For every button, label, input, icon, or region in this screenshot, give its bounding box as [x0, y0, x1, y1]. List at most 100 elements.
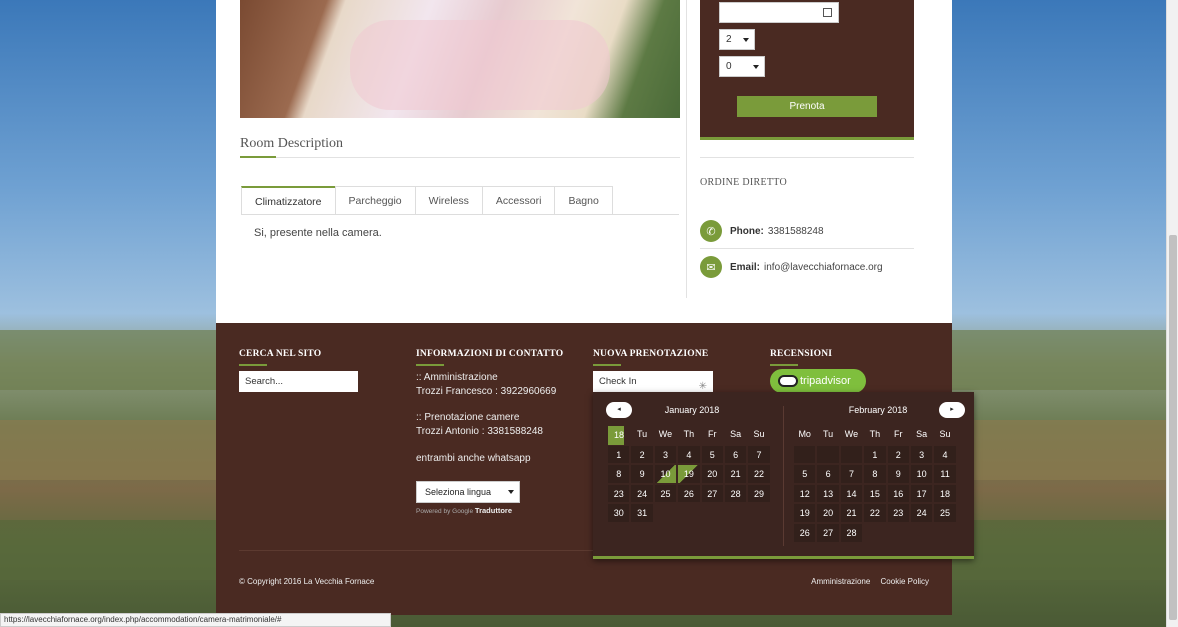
reviews-title: RECENSIONI	[770, 349, 833, 366]
calendar-day[interactable]: 18	[607, 425, 626, 446]
calendar-day[interactable]: 16	[886, 483, 910, 504]
calendar-day[interactable]: 7	[747, 444, 771, 465]
phone-number[interactable]: 3381588248	[768, 226, 824, 237]
calendar-day[interactable]: 22	[863, 503, 887, 523]
calendar-day[interactable]: 26	[793, 522, 817, 543]
calendar-day[interactable]: 6	[723, 444, 748, 465]
link-amministrazione[interactable]: Amministrazione	[811, 577, 870, 586]
prenota-button[interactable]: Prenota	[737, 96, 877, 117]
language-select[interactable]: Seleziona lingua	[416, 481, 520, 503]
calendar-day[interactable]: 12	[793, 483, 817, 504]
calendar-day[interactable]: 3	[909, 444, 934, 465]
calendar-day[interactable]: 13	[816, 483, 840, 504]
site-search-input[interactable]: Search...	[239, 371, 358, 392]
info-line: Trozzi Antonio : 3381588248	[416, 426, 543, 437]
calendar-day[interactable]: 8	[863, 464, 887, 484]
calendar-day[interactable]: 9	[630, 464, 654, 484]
tab-bagno[interactable]: Bagno	[554, 186, 613, 214]
calendar-day[interactable]: 7	[839, 464, 864, 484]
calendar-day[interactable]: 18	[933, 483, 957, 504]
weekday-header: Tu	[637, 429, 648, 439]
divider	[240, 156, 680, 158]
calendar-day[interactable]: 15	[863, 483, 887, 504]
calendar-day[interactable]: 30	[607, 503, 631, 523]
calendar-day[interactable]: 6	[816, 464, 840, 484]
calendar-day[interactable]: 27	[816, 522, 840, 543]
tripadvisor-badge[interactable]: tripadvisor	[770, 369, 866, 393]
calendar-day[interactable]: 31	[630, 503, 654, 523]
google-translate-credit: Powered by Google Traduttore	[416, 506, 513, 515]
calendar-day[interactable]: 27	[700, 483, 724, 504]
calendar-grid: MoTuWeThFrSaSu12345678910111213141516171…	[793, 425, 963, 543]
calendar-day[interactable]: 19	[793, 503, 817, 523]
calendar-day[interactable]: 20	[816, 503, 840, 523]
calendar-day[interactable]: 28	[723, 483, 748, 504]
calendar-day[interactable]: 1	[607, 444, 631, 465]
calendar-day[interactable]: 25	[653, 483, 678, 504]
calendar-day[interactable]: 14	[839, 483, 864, 504]
calendar-day[interactable]: 11	[933, 464, 957, 484]
email-address[interactable]: info@lavecchiafornace.org	[764, 262, 883, 273]
scrollbar-thumb[interactable]	[1169, 235, 1177, 620]
checkout-date-input[interactable]	[719, 2, 839, 23]
search-title: CERCA NEL SITO	[239, 349, 322, 366]
calendar-day[interactable]: 9	[886, 464, 910, 484]
calendar-day[interactable]: 29	[747, 483, 771, 504]
weekday-header: Th	[683, 429, 695, 439]
calendar-day[interactable]: 19	[677, 464, 701, 484]
calendar-day[interactable]: 1	[863, 444, 887, 465]
calendar-day[interactable]: 17	[909, 483, 934, 504]
link-cookie-policy[interactable]: Cookie Policy	[881, 577, 929, 586]
email-icon: ✉	[700, 256, 722, 278]
copyright: © Copyright 2016 La Vecchia Fornace	[239, 577, 375, 586]
calendar-month-january: ◂ January 2018 MoTuWeThFrSaSu12345678910…	[606, 402, 777, 523]
info-line: :: Prenotazione camere	[416, 412, 520, 423]
calendar-day[interactable]: 2	[630, 444, 654, 465]
room-description-title: Room Description	[240, 136, 344, 151]
children-select[interactable]: 0	[719, 56, 765, 77]
tab-climatizzatore[interactable]: Climatizzatore	[241, 186, 336, 214]
calendar-day[interactable]: 10	[653, 464, 678, 484]
chevron-down-icon	[753, 65, 759, 69]
tab-wireless[interactable]: Wireless	[414, 186, 483, 214]
calendar-day[interactable]: 28	[839, 522, 864, 543]
calendar-day[interactable]: 23	[886, 503, 910, 523]
page-scrollbar[interactable]	[1166, 0, 1178, 627]
calendar-day[interactable]: 4	[933, 444, 957, 465]
tab-accessori[interactable]: Accessori	[481, 186, 556, 214]
calendar-day[interactable]: 25	[933, 503, 957, 523]
adults-select[interactable]: 2	[719, 29, 755, 50]
calendar-day[interactable]: 22	[747, 464, 771, 484]
calendar-day[interactable]: 20	[700, 464, 724, 484]
calendar-day[interactable]: 3	[653, 444, 678, 465]
calendar-day[interactable]: 26	[677, 483, 701, 504]
room-photo	[240, 0, 680, 118]
calendar-day[interactable]: 24	[909, 503, 934, 523]
calendar-day[interactable]: 2	[886, 444, 910, 465]
calendar-day[interactable]: 5	[700, 444, 724, 465]
calendar-day[interactable]: 4	[677, 444, 701, 465]
calendar-day[interactable]: 10	[909, 464, 934, 484]
datepicker-popup: ◂ January 2018 MoTuWeThFrSaSu12345678910…	[593, 392, 974, 559]
chevron-down-icon	[508, 490, 514, 494]
tab-parcheggio[interactable]: Parcheggio	[334, 186, 416, 214]
info-line: :: Amministrazione	[416, 372, 498, 383]
divider	[700, 248, 914, 249]
next-month-button[interactable]: ▸	[939, 402, 965, 418]
calendar-day[interactable]: 21	[723, 464, 748, 484]
main-content: Room Description Climatizzatore Parchegg…	[216, 0, 952, 323]
calendar-day[interactable]: 5	[793, 464, 817, 484]
calendar-day[interactable]: 24	[630, 483, 654, 504]
prev-month-button[interactable]: ◂	[606, 402, 632, 418]
calendar-day[interactable]: 8	[607, 464, 631, 484]
calendar-day[interactable]: 21	[839, 503, 864, 523]
calendar-day[interactable]: 23	[607, 483, 631, 504]
weekday-header: Fr	[708, 429, 717, 439]
column-divider	[686, 0, 687, 298]
info-line: Trozzi Francesco : 3922960669	[416, 386, 557, 397]
weekday-header: Su	[753, 429, 765, 439]
phone-contact: ✆ Phone: 3381588248	[700, 220, 824, 242]
checkin-input[interactable]: Check In ✳	[593, 371, 713, 392]
weekday-header: We	[844, 429, 859, 439]
ordine-diretto-title: ORDINE DIRETTO	[700, 177, 788, 188]
